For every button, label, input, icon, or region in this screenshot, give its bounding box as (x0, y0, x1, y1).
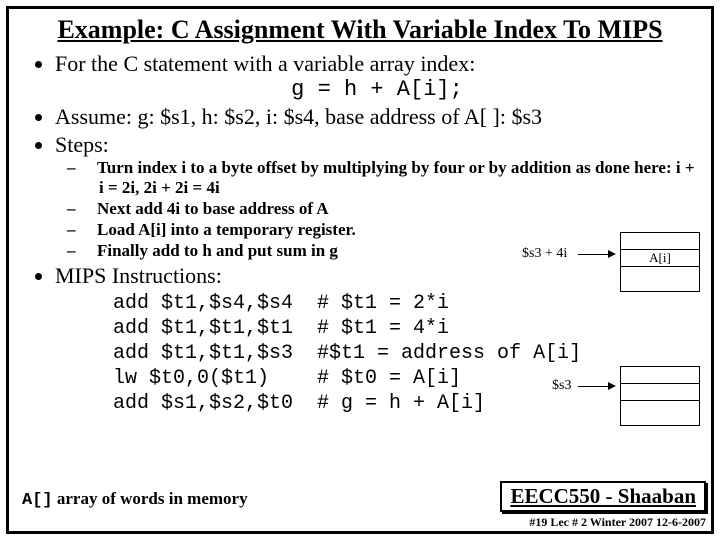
arrow-line-top (578, 254, 608, 255)
mips-comment-3: # $t0 = A[i] (317, 367, 461, 390)
mips-instr-3: lw $t0,0($t1) (113, 367, 269, 390)
bullet-intro: For the C statement with a variable arra… (55, 51, 699, 102)
arrow-head-icon (608, 250, 616, 258)
footer-course: EECC550 - Shaaban (500, 481, 706, 512)
step-2: –Next add 4i to base address of A (83, 199, 699, 219)
mips-label: MIPS Instructions: (55, 263, 222, 288)
mips-comment-col: # $t1 = 2*i # $t1 = 4*i #$t1 = address o… (317, 291, 581, 416)
step-1-text: Turn index i to a byte offset by multipl… (97, 158, 695, 197)
step-4-text: Finally add to h and put sum in g (97, 241, 338, 260)
mips-instr-4: add $s1,$s2,$t0 (113, 392, 293, 415)
mem-cell-b2 (620, 400, 700, 426)
footer-note-code: A[] (22, 491, 53, 510)
arrow-head-icon-2 (608, 382, 616, 390)
mem-cell-ai: A[i] (620, 249, 700, 267)
step-2-text: Next add 4i to base address of A (97, 199, 329, 218)
mem-cell-b0 (620, 366, 700, 384)
mips-instr-2: add $t1,$t1,$s3 (113, 342, 293, 365)
mips-comment-2: #$t1 = address of A[i] (317, 342, 581, 365)
memory-diagram-bottom: $s3 (552, 366, 702, 426)
mips-instr-1: add $t1,$t1,$t1 (113, 317, 293, 340)
footer-meta: #19 Lec # 2 Winter 2007 12-6-2007 (529, 515, 706, 530)
footer-array-note: A[] array of words in memory (22, 489, 248, 510)
mips-instr-0: add $t1,$s4,$s4 (113, 292, 293, 315)
footer-note-rest: array of words in memory (53, 489, 248, 508)
mips-comment-1: # $t1 = 4*i (317, 317, 449, 340)
slide-title: Example: C Assignment With Variable Inde… (21, 15, 699, 45)
ptr-label-top: $s3 + 4i (522, 246, 567, 262)
c-statement: g = h + A[i]; (55, 77, 699, 102)
arrow-line-bottom (578, 386, 608, 387)
mem-cell-b1 (620, 383, 700, 401)
step-3-text: Load A[i] into a temporary register. (97, 220, 356, 239)
step-1: –Turn index i to a byte offset by multip… (83, 158, 699, 198)
mem-cell-0 (620, 232, 700, 250)
intro-text: For the C statement with a variable arra… (55, 51, 475, 76)
memory-diagram-top: $s3 + 4i A[i] (522, 232, 702, 292)
bullet-assume: Assume: g: $s1, h: $s2, i: $s4, base add… (55, 104, 699, 130)
mips-comment-0: # $t1 = 2*i (317, 292, 449, 315)
mem-cell-2 (620, 266, 700, 292)
ptr-label-bottom: $s3 (552, 378, 571, 394)
steps-label: Steps: (55, 132, 109, 157)
mips-instr-col: add $t1,$s4,$s4 add $t1,$t1,$t1 add $t1,… (113, 291, 293, 416)
mips-comment-4: # g = h + A[i] (317, 392, 485, 415)
